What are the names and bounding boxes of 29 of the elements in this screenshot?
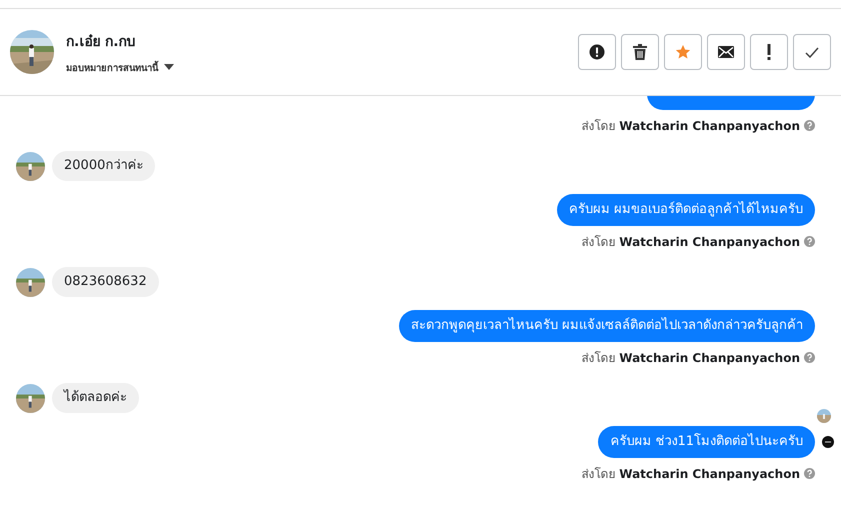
- help-icon[interactable]: [804, 468, 815, 479]
- delete-button[interactable]: [621, 34, 659, 70]
- mail-button[interactable]: [707, 34, 745, 70]
- help-icon[interactable]: [804, 120, 815, 131]
- done-button[interactable]: [793, 34, 831, 70]
- sender-label: ส่งโดย Watcharin Chanpanyachon: [581, 118, 800, 135]
- star-icon: [675, 44, 691, 60]
- important-button[interactable]: [750, 34, 788, 70]
- message-bubble: ได้ตลอดค่ะ: [52, 383, 139, 413]
- sender-label: ส่งโดย Watcharin Chanpanyachon: [581, 350, 800, 367]
- envelope-icon: [718, 46, 734, 58]
- message-bubble: สะดวกพูดคุยเวลาไหนครับ ผมแจ้งเซลล์ติดต่อไปเวลาดังกล่าวครับลูกค้า: [398, 310, 815, 342]
- alert-icon: [589, 44, 605, 60]
- check-icon: [805, 46, 819, 58]
- exclamation-icon: [767, 44, 771, 60]
- message-bubble: 20000กว่าค่ะ: [52, 151, 156, 181]
- caret-icon: [164, 64, 174, 70]
- alert-button[interactable]: [578, 34, 616, 70]
- message-bubble: ครับผม ช่วง11โมงติดต่อไปนะครับ: [598, 426, 815, 458]
- contact-name: ก.เอ๋ย ก.กบ: [66, 32, 137, 52]
- trash-icon: [633, 44, 647, 60]
- message-bubble: 0823608632: [52, 267, 159, 297]
- help-icon[interactable]: [804, 236, 815, 247]
- star-button[interactable]: [664, 34, 702, 70]
- sender-label: ส่งโดย Watcharin Chanpanyachon: [581, 466, 800, 483]
- assign-dropdown[interactable]: มอบหมายการสนทนานี้: [66, 60, 174, 74]
- help-icon[interactable]: [804, 352, 815, 363]
- sender-label: ส่งโดย Watcharin Chanpanyachon: [581, 234, 800, 251]
- message-bubble: ครับผม ผมขอเบอร์ติดต่อลูกค้าได้ไหมครับ: [556, 194, 815, 226]
